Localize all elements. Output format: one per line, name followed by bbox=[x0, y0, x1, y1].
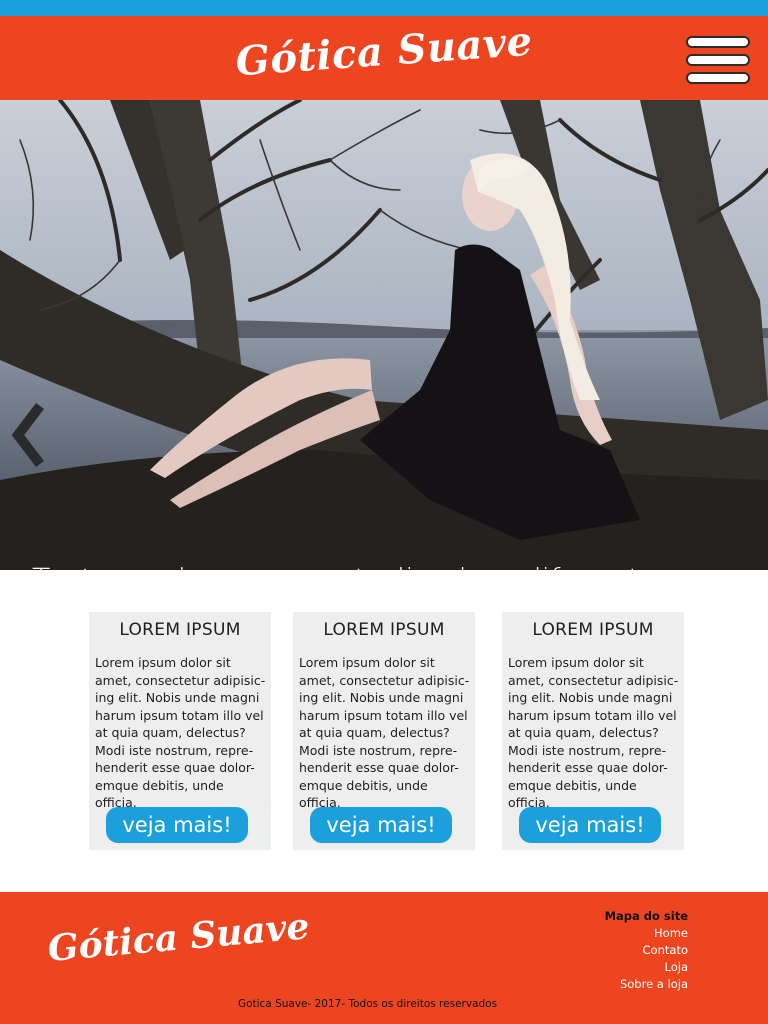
menu-bar-2 bbox=[686, 54, 750, 66]
feature-card: LOREM IPSUM Lorem ipsum dolor sit amet, … bbox=[89, 612, 271, 850]
chevron-left-icon[interactable] bbox=[8, 400, 48, 470]
hamburger-icon[interactable] bbox=[686, 36, 750, 84]
site-header: Gótica Suave bbox=[0, 16, 768, 100]
hero-caption: Texto em branco, centralizado e diferent… bbox=[20, 560, 748, 570]
sitemap-title: Mapa do site bbox=[604, 909, 688, 923]
hero-carousel: Texto em branco, centralizado e diferent… bbox=[0, 100, 768, 570]
card-text: Lorem ipsum dolor sit amet, consectetur … bbox=[95, 655, 266, 810]
menu-bar-3 bbox=[686, 72, 750, 84]
site-logo[interactable]: Gótica Suave bbox=[0, 1, 768, 101]
site-footer: Gótica Suave Mapa do site Home Contato L… bbox=[0, 892, 768, 1024]
card-title: LOREM IPSUM bbox=[323, 620, 445, 640]
sitemap-link-shop[interactable]: Loja bbox=[605, 959, 688, 976]
see-more-button[interactable]: veja mais! bbox=[519, 807, 661, 843]
sitemap-link-contact[interactable]: Contato bbox=[605, 942, 688, 959]
card-title: LOREM IPSUM bbox=[119, 620, 241, 640]
sitemap: Mapa do site Home Contato Loja Sobre a l… bbox=[605, 908, 688, 993]
hero-image bbox=[0, 100, 768, 570]
card-text: Lorem ipsum dolor sit amet, consectetur … bbox=[299, 655, 470, 810]
sitemap-link-home[interactable]: Home bbox=[605, 925, 688, 942]
feature-cards: LOREM IPSUM Lorem ipsum dolor sit amet, … bbox=[0, 612, 768, 852]
menu-bar-1 bbox=[686, 36, 750, 48]
sitemap-link-about[interactable]: Sobre a loja bbox=[605, 976, 688, 993]
copyright-text: Gotica Suave- 2017- Todos os direitos re… bbox=[237, 998, 498, 1010]
feature-card: LOREM IPSUM Lorem ipsum dolor sit amet, … bbox=[502, 612, 684, 850]
feature-card: LOREM IPSUM Lorem ipsum dolor sit amet, … bbox=[293, 612, 475, 850]
footer-logo[interactable]: Gótica Suave bbox=[46, 905, 311, 970]
card-title: LOREM IPSUM bbox=[532, 620, 654, 640]
see-more-button[interactable]: veja mais! bbox=[310, 807, 452, 843]
card-text: Lorem ipsum dolor sit amet, consectetur … bbox=[508, 655, 679, 810]
see-more-button[interactable]: veja mais! bbox=[106, 807, 248, 843]
